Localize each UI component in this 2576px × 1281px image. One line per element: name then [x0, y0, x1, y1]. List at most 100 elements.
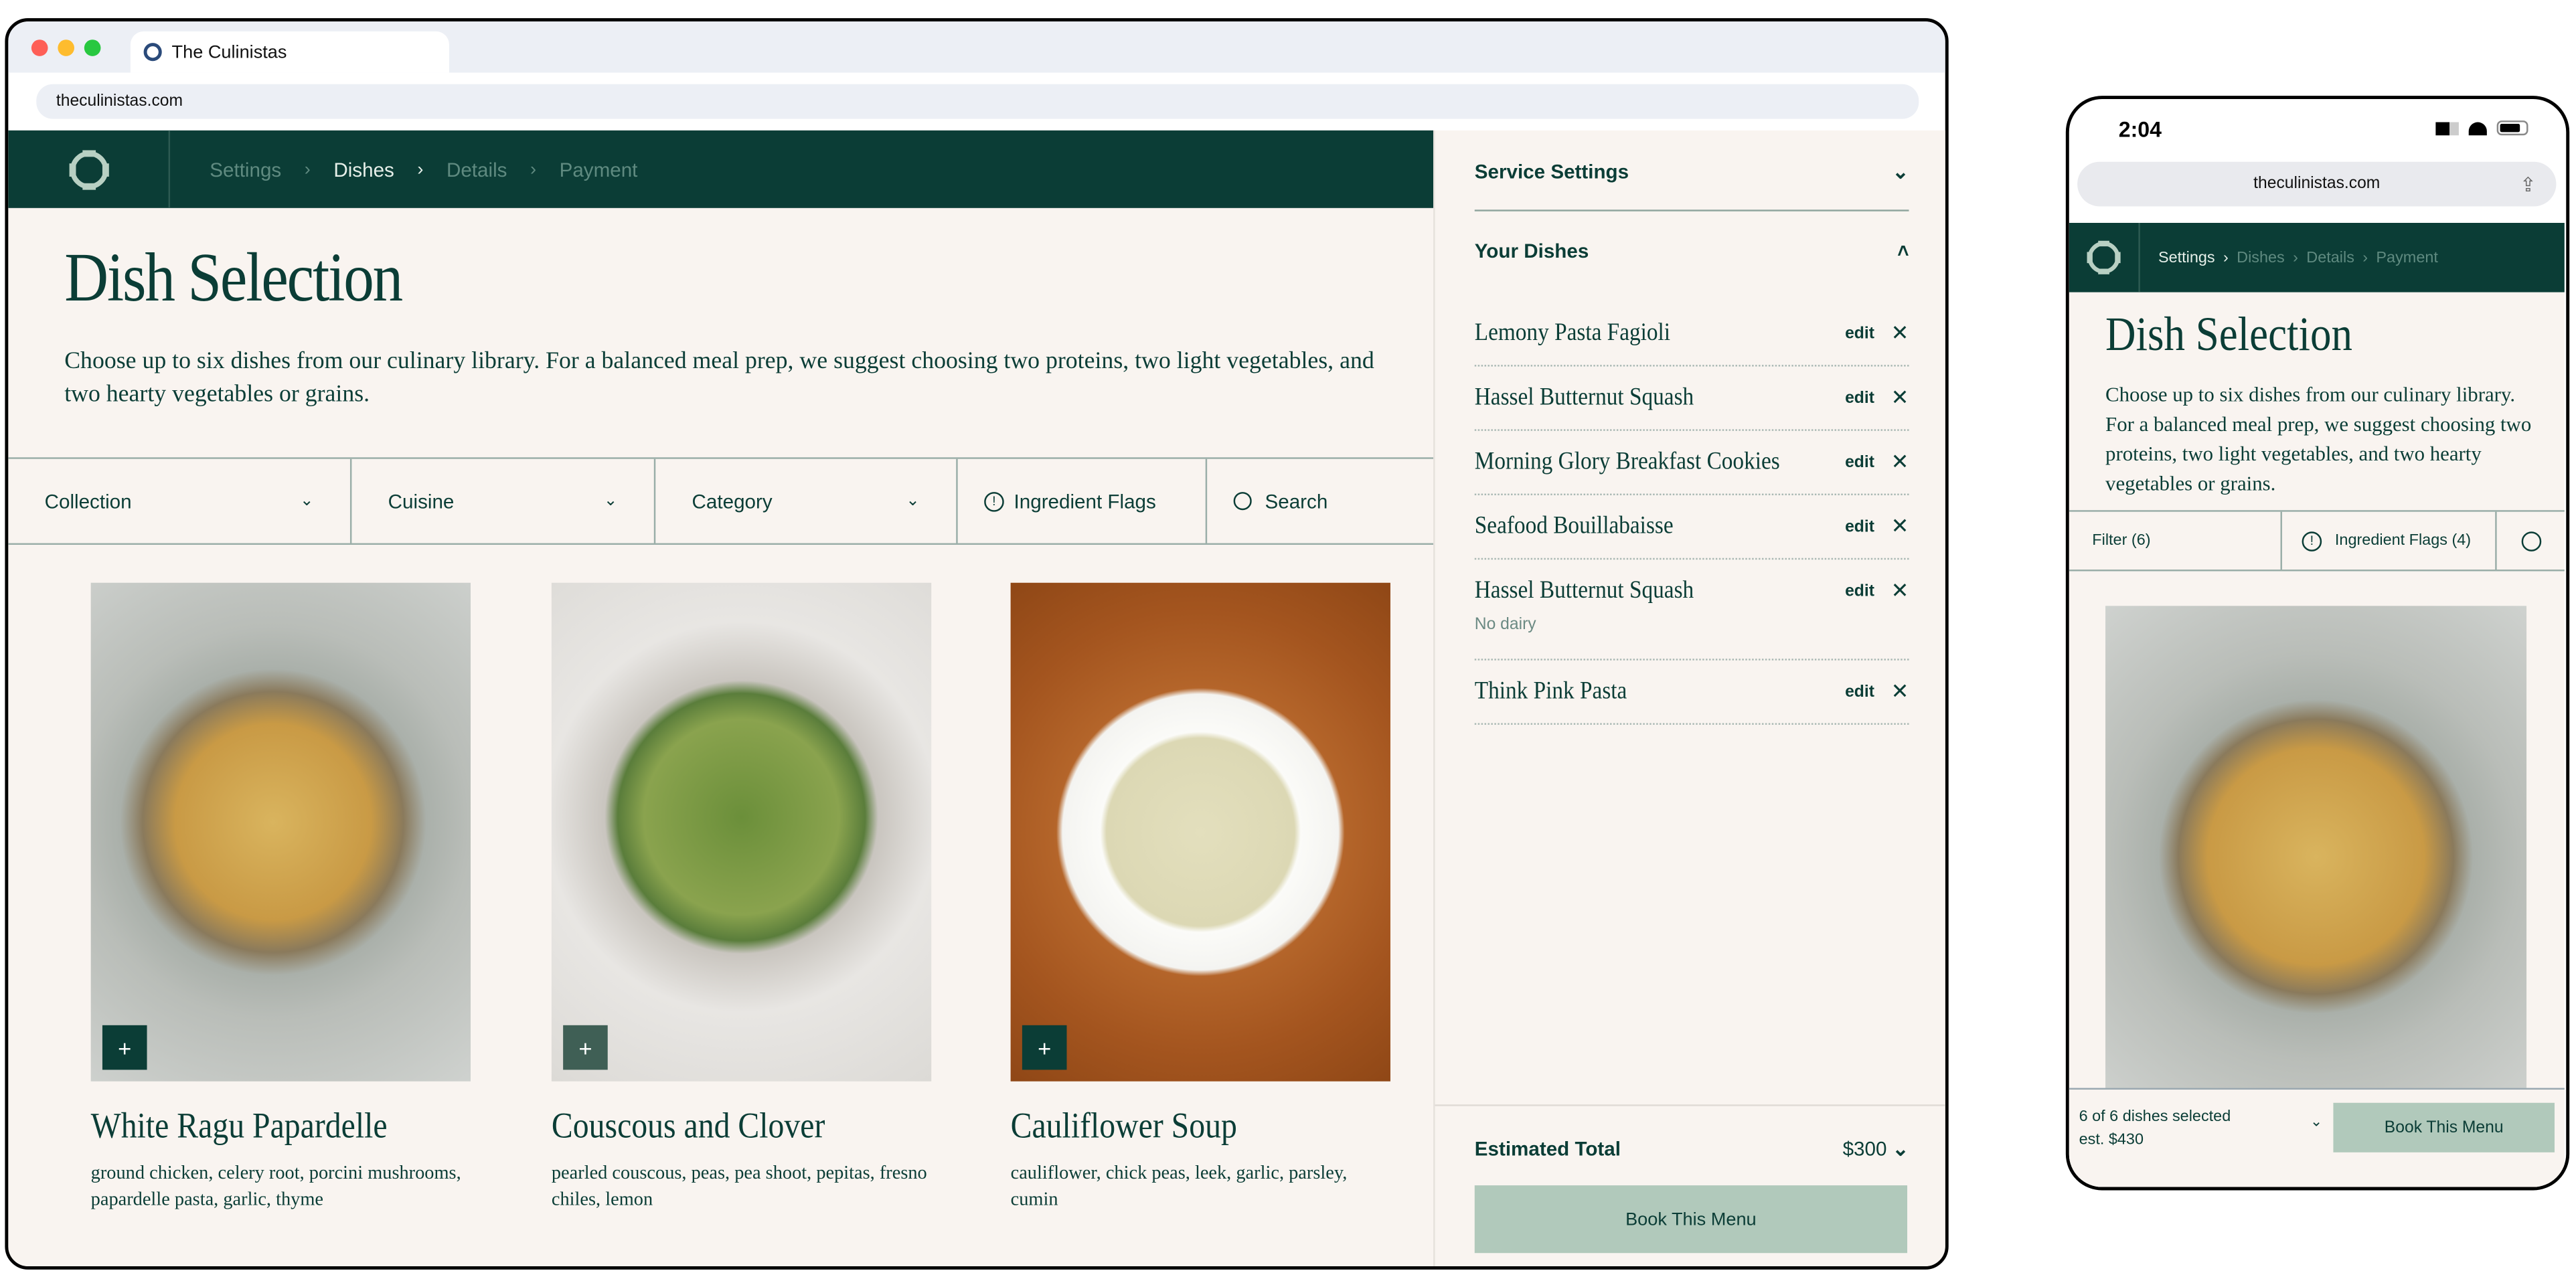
- main-content: Settings › Dishes › Details › Payment Dish …: [8, 130, 1434, 1266]
- dish-image: +: [90, 582, 471, 1082]
- add-dish-button[interactable]: +: [563, 1025, 608, 1070]
- dish-card[interactable]: + Couscous and Clover pearled couscous, …: [551, 582, 932, 1213]
- dish-title: Couscous and Clover: [551, 1104, 825, 1146]
- breadcrumb-dishes[interactable]: Dishes: [333, 158, 394, 181]
- edit-dish-button[interactable]: edit: [1845, 389, 1874, 407]
- filter-label: Filter (6): [2092, 531, 2151, 550]
- edit-dish-button[interactable]: edit: [1845, 517, 1874, 535]
- category-dropdown[interactable]: Category ⌄: [655, 458, 958, 543]
- edit-dish-button[interactable]: edit: [1845, 582, 1874, 600]
- breadcrumb-settings[interactable]: Settings: [210, 158, 281, 181]
- mobile-nav: Settings › Dishes › Details › Payment: [2069, 223, 2565, 292]
- add-dish-button[interactable]: +: [102, 1025, 147, 1070]
- chevron-up-icon: ˄: [1897, 239, 1909, 263]
- dish-note: No dairy: [1474, 616, 1536, 634]
- selected-dish-item: Hassel Butternut Squash edit ✕ No dairy: [1474, 560, 1909, 661]
- service-settings-label: Service Settings: [1474, 160, 1629, 183]
- filter-bar: Collection ⌄ Cuisine ⌄ Category ⌄ ! Ingredie…: [8, 457, 1434, 545]
- breadcrumb-details[interactable]: Details: [2306, 248, 2354, 266]
- order-sidebar: Service Settings ⌄ Your Dishes ˄ Lemony Pa…: [1433, 130, 1945, 1266]
- book-menu-button[interactable]: Book This Menu: [1474, 1185, 1908, 1254]
- dish-title: Cauliflower Soup: [1010, 1104, 1237, 1146]
- mobile-address-bar[interactable]: theculinistas.com ⇪: [2077, 161, 2557, 207]
- collection-dropdown[interactable]: Collection ⌄: [8, 458, 352, 543]
- chevron-down-icon: ⌄: [1892, 1137, 1909, 1161]
- tab-title: The Culinistas: [171, 41, 287, 62]
- your-dishes-accordion[interactable]: Your Dishes ˄: [1475, 240, 1909, 263]
- search-button[interactable]: [2497, 512, 2565, 570]
- maximize-window-button[interactable]: [84, 39, 101, 56]
- ingredient-flags-button[interactable]: ! Ingredient Flags: [958, 458, 1208, 543]
- alert-circle-icon: !: [2302, 531, 2322, 551]
- dish-ingredients: ground chicken, celery root, porcini mus…: [90, 1164, 461, 1211]
- mobile-breadcrumb: Settings › Dishes › Details › Payment: [2140, 248, 2438, 266]
- search-button[interactable]: Search: [1207, 459, 1433, 543]
- breadcrumb-payment[interactable]: Payment: [560, 158, 638, 181]
- your-dishes-label: Your Dishes: [1474, 239, 1589, 263]
- close-icon[interactable]: ✕: [1891, 679, 1909, 705]
- selected-dish-name: Hassel Butternut Squash: [1474, 383, 1694, 410]
- selected-dish-name: Hassel Butternut Squash: [1474, 577, 1694, 604]
- mobile-filter-bar: Filter (6) ! Ingredient Flags (4): [2069, 510, 2565, 572]
- selected-dish-item: Lemony Pasta Fagioli edit ✕: [1474, 302, 1909, 367]
- mobile-url: theculinistas.com: [2253, 175, 2381, 193]
- chevron-right-icon: ›: [2293, 248, 2298, 267]
- edit-dish-button[interactable]: edit: [1845, 453, 1874, 471]
- page-description: Choose up to six dishes from our culinar…: [64, 348, 1374, 408]
- chevron-down-icon: ⌄: [1892, 160, 1909, 183]
- culinistas-logo-icon[interactable]: [8, 130, 171, 208]
- dish-card[interactable]: + White Ragu Papardelle ground chicken, …: [90, 582, 471, 1213]
- close-icon[interactable]: ✕: [1891, 513, 1909, 539]
- selection-summary[interactable]: 6 of 6 dishes selected est. $430: [2079, 1106, 2231, 1152]
- share-icon[interactable]: ⇪: [2520, 173, 2537, 196]
- close-icon[interactable]: ✕: [1891, 321, 1909, 347]
- minimize-window-button[interactable]: [58, 39, 75, 56]
- close-icon[interactable]: ✕: [1891, 578, 1909, 604]
- breadcrumb-settings[interactable]: Settings: [2158, 248, 2215, 266]
- selected-dish-item: Morning Glory Breakfast Cookies edit ✕: [1474, 431, 1909, 496]
- chevron-down-icon[interactable]: ⌄: [2310, 1113, 2323, 1131]
- filter-button[interactable]: Filter (6): [2069, 511, 2282, 570]
- mobile-page-description: Choose up to six dishes from our culinar…: [2105, 383, 2532, 496]
- dish-ingredients: pearled couscous, peas, pea shoot, pepit…: [551, 1164, 927, 1211]
- estimate-value: est. $430: [2079, 1130, 2144, 1149]
- breadcrumb-payment[interactable]: Payment: [2376, 248, 2438, 266]
- dish-card[interactable]: + Cauliflower Soup cauliflower, chick pe…: [1010, 582, 1390, 1213]
- breadcrumb-details[interactable]: Details: [447, 158, 507, 181]
- ingredient-flags-label: Ingredient Flags (4): [2334, 531, 2472, 550]
- selected-dish-name: Morning Glory Breakfast Cookies: [1474, 448, 1780, 475]
- estimated-total-row[interactable]: Estimated Total $300 ⌄: [1475, 1138, 1909, 1161]
- selected-dish-name: Lemony Pasta Fagioli: [1474, 319, 1671, 346]
- chevron-right-icon: ›: [2362, 248, 2368, 267]
- edit-dish-button[interactable]: edit: [1845, 683, 1874, 701]
- book-menu-button[interactable]: Book This Menu: [2333, 1102, 2555, 1152]
- selected-dish-name: Seafood Bouillabaisse: [1474, 512, 1674, 539]
- alert-circle-icon: !: [984, 491, 1004, 511]
- mobile-device: 2:04 theculinistas.com ⇪ Settings › Dishes…: [2065, 96, 2570, 1191]
- browser-window: The Culinistas theculinistas.com Setting…: [5, 18, 1949, 1270]
- ingredient-flags-label: Ingredient Flags: [1014, 489, 1156, 513]
- browser-tab[interactable]: The Culinistas: [130, 31, 449, 73]
- selected-dish-item: Think Pink Pasta edit ✕: [1474, 661, 1909, 725]
- add-dish-button[interactable]: +: [1022, 1025, 1067, 1070]
- service-settings-accordion[interactable]: Service Settings ⌄: [1474, 160, 1909, 211]
- chevron-down-icon: ⌄: [603, 492, 618, 511]
- edit-dish-button[interactable]: edit: [1845, 325, 1874, 343]
- search-icon: [2520, 531, 2541, 551]
- close-icon[interactable]: ✕: [1891, 449, 1909, 475]
- dish-image[interactable]: [2105, 606, 2527, 1088]
- culinistas-logo-icon[interactable]: [2069, 223, 2140, 292]
- status-time: 2:04: [2118, 117, 2162, 143]
- chevron-right-icon: ›: [530, 159, 537, 179]
- close-window-button[interactable]: [31, 39, 48, 56]
- url-text: theculinistas.com: [56, 92, 183, 111]
- estimated-total-value: $300: [1842, 1137, 1887, 1161]
- cuisine-dropdown[interactable]: Cuisine ⌄: [351, 458, 656, 543]
- breadcrumb-dishes[interactable]: Dishes: [2237, 248, 2285, 266]
- address-bar[interactable]: theculinistas.com: [36, 84, 1919, 119]
- category-label: Category: [692, 489, 773, 513]
- close-icon[interactable]: ✕: [1891, 385, 1909, 411]
- chevron-down-icon: ⌄: [299, 492, 314, 511]
- tab-bar: The Culinistas: [8, 21, 1945, 73]
- ingredient-flags-button[interactable]: ! Ingredient Flags (4): [2282, 511, 2497, 570]
